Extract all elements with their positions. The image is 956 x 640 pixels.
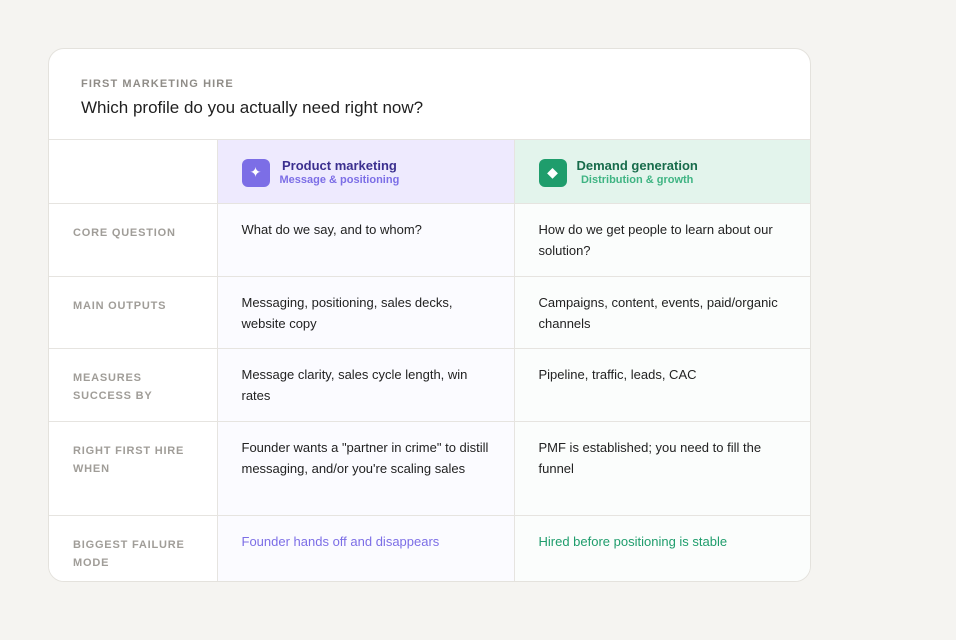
row-label: RIGHT FIRST HIRE WHEN	[49, 421, 218, 516]
corner-cell	[49, 140, 218, 204]
demand-generation-cell: Campaigns, content, events, paid/organic…	[513, 276, 810, 349]
comparison-table: ✦ Product marketing Message & positionin…	[49, 140, 810, 581]
eyebrow-label: FIRST MARKETING HIRE	[81, 78, 234, 90]
demand-generation-title: Demand generation	[576, 158, 698, 173]
sparkle-icon: ✦	[241, 158, 270, 187]
product-marketing-subtitle: Message & positioning	[279, 174, 400, 186]
row-label: MAIN OUTPUTS	[49, 276, 218, 349]
product-marketing-cell: Founder wants a "partner in crime" to di…	[217, 421, 514, 516]
demand-generation-subtitle: Distribution & growth	[580, 174, 694, 186]
demand-generation-cell: Pipeline, traffic, leads, CAC	[513, 348, 810, 422]
table-row: BIGGEST FAILURE MODE Founder hands off a…	[49, 515, 810, 581]
table-row: CORE QUESTION What do we say, and to who…	[49, 203, 810, 277]
card-title: Which profile do you actually need right…	[81, 98, 424, 117]
table-row: MEASURES SUCCESS BY Message clarity, sal…	[49, 348, 810, 422]
table-row: RIGHT FIRST HIRE WHEN Founder wants a "p…	[49, 421, 810, 516]
product-marketing-header: ✦ Product marketing Message & positionin…	[217, 140, 514, 204]
row-label: MEASURES SUCCESS BY	[49, 348, 218, 422]
demand-generation-header: ◆ Demand generation Distribution & growt…	[513, 140, 810, 204]
card-header: FIRST MARKETING HIRE Which profile do yo…	[49, 49, 810, 140]
demand-generation-cell: Hired before positioning is stable	[513, 515, 810, 581]
demand-generation-cell: How do we get people to learn about our …	[513, 203, 810, 277]
comparison-card: FIRST MARKETING HIRE Which profile do yo…	[48, 48, 811, 582]
row-label: CORE QUESTION	[49, 203, 218, 277]
column-header-row: ✦ Product marketing Message & positionin…	[49, 140, 810, 204]
product-marketing-title: Product marketing	[281, 158, 397, 173]
product-marketing-cell: Message clarity, sales cycle length, win…	[217, 348, 514, 422]
product-marketing-cell: Founder hands off and disappears	[217, 515, 514, 581]
diamond-icon: ◆	[538, 158, 567, 187]
table-row: MAIN OUTPUTS Messaging, positioning, sal…	[49, 276, 810, 349]
product-marketing-cell: What do we say, and to whom?	[217, 203, 514, 277]
row-label: BIGGEST FAILURE MODE	[49, 515, 218, 581]
product-marketing-cell: Messaging, positioning, sales decks, web…	[217, 276, 514, 349]
demand-generation-cell: PMF is established; you need to fill the…	[513, 421, 810, 516]
